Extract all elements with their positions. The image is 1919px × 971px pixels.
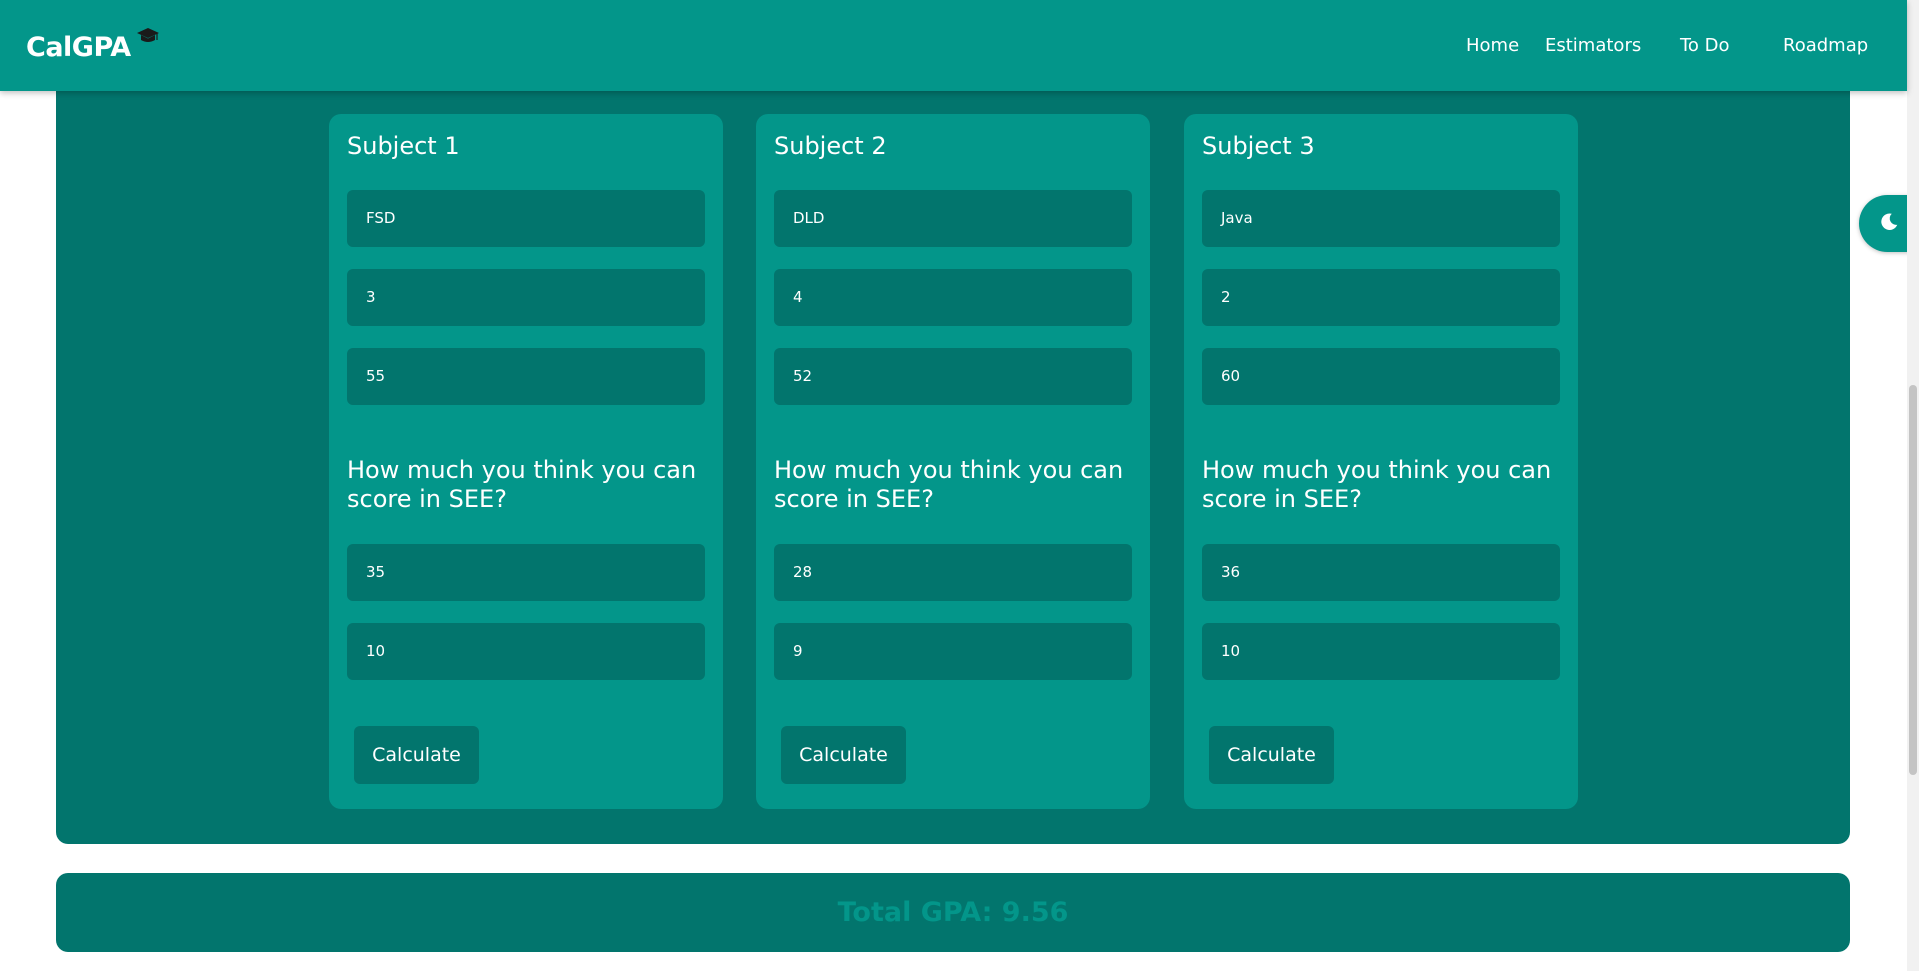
nav-roadmap[interactable]: Roadmap [1783,35,1868,56]
see-marks-input[interactable]: 36 [1202,544,1560,601]
credits-input[interactable]: 4 [774,269,1132,326]
app-header: CalGPA Home Estimators To Do Roadmap [0,0,1907,91]
credits-input[interactable]: 2 [1202,269,1560,326]
moon-icon [1881,213,1898,230]
see-question: How much you think you can score in SEE? [774,456,1124,513]
grade-point-input[interactable]: 10 [1202,623,1560,680]
see-marks-input[interactable]: 28 [774,544,1132,601]
nav-todo[interactable]: To Do [1680,35,1730,56]
subject-title: Subject 2 [774,132,887,160]
subject-name-input[interactable]: FSD [347,190,705,247]
subject-card-3: Subject 3 Java 2 60 How much you think y… [1184,114,1578,809]
subject-name-input[interactable]: DLD [774,190,1132,247]
subject-card-1: Subject 1 FSD 3 55 How much you think yo… [329,114,723,809]
calculate-button[interactable]: Calculate [781,726,906,784]
see-question: How much you think you can score in SEE? [347,456,697,513]
subject-title: Subject 3 [1202,132,1315,160]
nav-home[interactable]: Home [1466,35,1519,56]
see-question: How much you think you can score in SEE? [1202,456,1552,513]
scrollbar-thumb[interactable] [1909,385,1917,775]
subject-name-input[interactable]: Java [1202,190,1560,247]
nav-estimators[interactable]: Estimators [1545,35,1641,56]
app-logo[interactable]: CalGPA [26,32,131,63]
cie-marks-input[interactable]: 55 [347,348,705,405]
grade-point-input[interactable]: 10 [347,623,705,680]
graduation-cap-icon [137,28,159,42]
calculate-button[interactable]: Calculate [354,726,479,784]
cie-marks-input[interactable]: 60 [1202,348,1560,405]
subject-card-2: Subject 2 DLD 4 52 How much you think yo… [756,114,1150,809]
credits-input[interactable]: 3 [347,269,705,326]
cie-marks-input[interactable]: 52 [774,348,1132,405]
subject-title: Subject 1 [347,132,460,160]
page-scrollbar[interactable] [1907,0,1919,971]
total-gpa: Total GPA: 9.56 [56,873,1850,952]
calculate-button[interactable]: Calculate [1209,726,1334,784]
grade-point-input[interactable]: 9 [774,623,1132,680]
see-marks-input[interactable]: 35 [347,544,705,601]
